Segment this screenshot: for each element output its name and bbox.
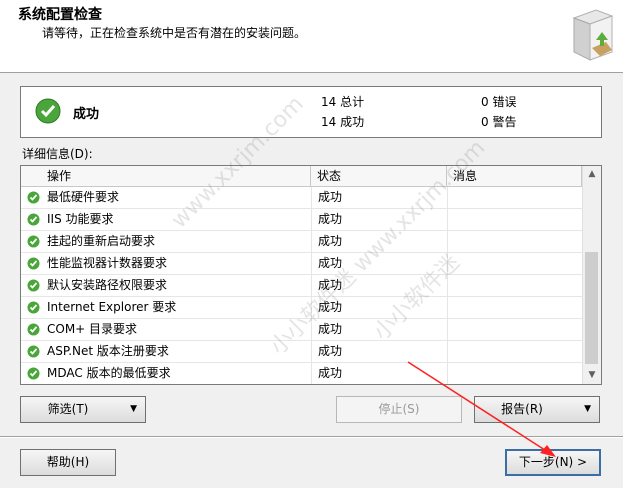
annotation-arrow xyxy=(407,361,556,457)
